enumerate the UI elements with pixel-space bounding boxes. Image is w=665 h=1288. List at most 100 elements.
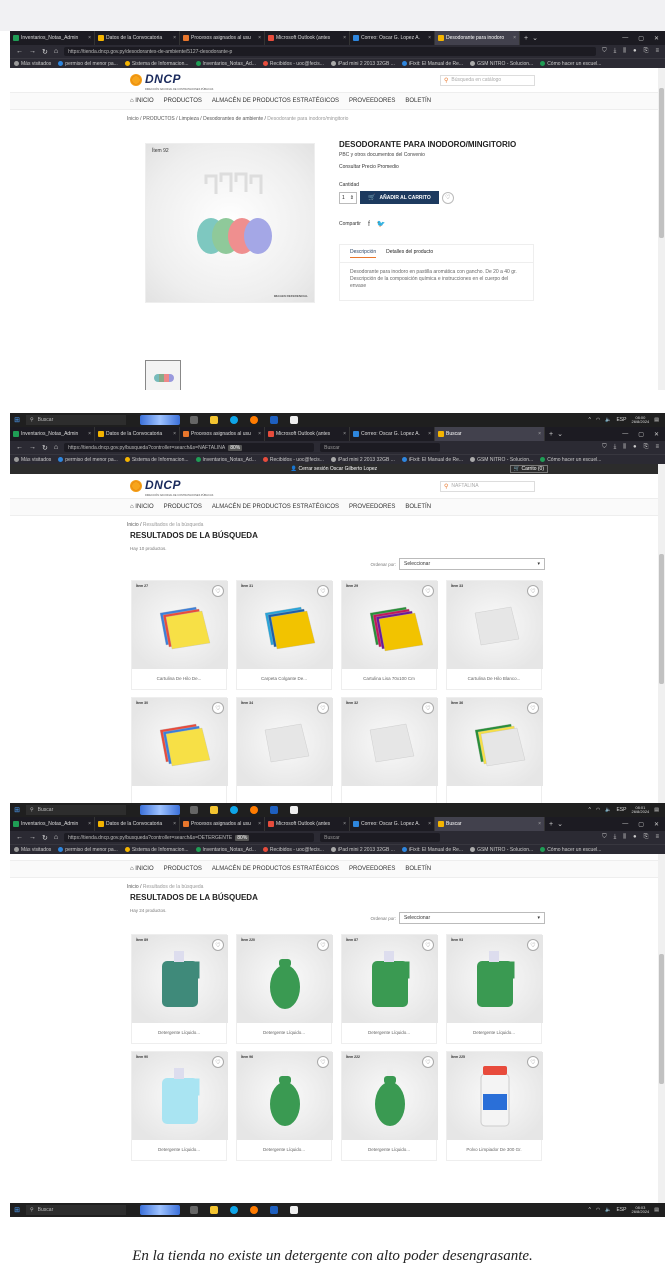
bookmark-item[interactable]: Sistema de Informacion... [124, 61, 189, 67]
stepper-arrows-icon[interactable]: ⇕ [350, 195, 354, 201]
wishlist-heart-icon[interactable]: ♡ [422, 939, 434, 951]
product-name[interactable]: Detergente Líquido... [237, 1021, 331, 1043]
weather-widget[interactable] [140, 805, 180, 815]
chevron-down-icon[interactable]: ⌄ [557, 820, 563, 828]
bookmark-item[interactable]: Cómo hacer un escuel... [540, 457, 601, 463]
product-name[interactable]: Detergente Líquido... [237, 1138, 331, 1160]
wishlist-heart-icon[interactable]: ♡ [317, 1056, 329, 1068]
product-image[interactable]: Ítem 225 ♡ [447, 1052, 543, 1140]
clock[interactable]: 08:01 26/8/2024 [631, 805, 649, 815]
close-icon[interactable]: × [258, 821, 261, 827]
bookmark-item[interactable]: Más visitados [14, 61, 51, 67]
bookmark-item[interactable]: iPad mini 2 2013 32GB ... [330, 457, 395, 463]
product-image[interactable]: Ítem 93 ♡ [447, 935, 543, 1023]
bookmark-item[interactable]: Sistema de Informacion... [124, 847, 189, 853]
logout-link[interactable]: Cerrar sesión Oscar Gilberto Lopez [298, 466, 377, 472]
browser-tab[interactable]: Microsoft Outlook (antes × [265, 427, 350, 441]
browser-tab[interactable]: Inventarios_Notas_Admin × [10, 427, 95, 441]
product-name[interactable]: Cartulina De Hilo De... [132, 667, 226, 689]
product-image[interactable]: Ítem 220 ♡ [237, 935, 333, 1023]
add-to-cart-button[interactable]: 🛒 AÑADIR AL CARRITO [360, 191, 439, 204]
product-card[interactable]: Ítem 34 ♡ [236, 697, 333, 803]
nav-item-almac-n-de-productos-estrat-gicos[interactable]: ALMACÉN DE PRODUCTOS ESTRATÉGICOS [212, 98, 339, 104]
nav-item-proveedores[interactable]: PROVEEDORES [349, 866, 395, 872]
chevron-down-icon[interactable]: ⌄ [557, 430, 563, 438]
new-tab-icon[interactable]: + [524, 35, 528, 42]
nav-item-bolet-n[interactable]: BOLETÍN [405, 866, 431, 872]
word-icon[interactable] [270, 806, 278, 814]
product-card[interactable]: Ítem 90 ♡ Detergente Líquido... [131, 1051, 228, 1161]
shield-icon[interactable]: ⛉ [602, 48, 607, 55]
notepad-icon[interactable] [290, 416, 298, 424]
browser-tab[interactable]: Correo: Oscar G. Lopez A. × [350, 817, 435, 831]
maximize-icon[interactable]: ▢ [638, 821, 644, 828]
close-icon[interactable]: × [428, 35, 431, 41]
nav-item-almac-n-de-productos-estrat-gicos[interactable]: ALMACÉN DE PRODUCTOS ESTRATÉGICOS [212, 504, 339, 510]
reload-icon[interactable]: ↻ [42, 834, 48, 842]
close-window-icon[interactable]: ✕ [654, 431, 659, 438]
extensions-icon[interactable]: ⎘ [644, 444, 649, 451]
reload-icon[interactable]: ↻ [42, 48, 48, 56]
windows-start-icon[interactable]: ⊞ [10, 1206, 24, 1214]
extensions-icon[interactable]: ⎘ [644, 48, 649, 55]
product-card[interactable]: Ítem 89 ♡ Detergente Líquido... [131, 934, 228, 1044]
product-card[interactable]: Ítem 33 ♡ Cartulina De Hilo Blanco... [446, 580, 543, 690]
edge-icon[interactable] [230, 416, 238, 424]
product-name[interactable] [447, 784, 541, 803]
bookmark-item[interactable]: iFixit: El Manual de Re... [401, 457, 463, 463]
breadcrumb-item[interactable]: PRODUCTOS [143, 116, 175, 122]
file-explorer-icon[interactable] [210, 416, 218, 424]
new-tab-icon[interactable]: + [549, 821, 553, 828]
profile-icon[interactable]: ● [633, 444, 637, 451]
close-icon[interactable]: × [538, 431, 541, 437]
quantity-stepper[interactable]: 1 ⇕ [339, 191, 357, 204]
notepad-icon[interactable] [290, 1206, 298, 1214]
download-icon[interactable]: ⤓ [614, 444, 617, 451]
profile-icon[interactable]: ● [633, 48, 637, 55]
bookmark-item[interactable]: iFixit: El Manual de Re... [401, 847, 463, 853]
product-card[interactable]: Ítem 31 ♡ Carpeta Colgante De... [236, 580, 333, 690]
nav-item-inicio[interactable]: ⌂ INICIO [130, 866, 154, 872]
minimize-icon[interactable]: — [622, 821, 628, 828]
close-icon[interactable]: × [428, 821, 431, 827]
maximize-icon[interactable]: ▢ [638, 35, 644, 42]
wishlist-heart-icon[interactable]: ♡ [422, 585, 434, 597]
wishlist-heart-icon[interactable]: ♡ [212, 585, 224, 597]
maximize-icon[interactable]: ▢ [638, 431, 644, 438]
volume-icon[interactable]: 🔈 [605, 1207, 611, 1213]
scrollbar[interactable] [658, 854, 665, 1203]
notifications-icon[interactable]: ▤ [654, 417, 659, 423]
weather-widget[interactable] [140, 1205, 180, 1215]
bookmark-item[interactable]: Inventarios_Notas_Ad... [195, 847, 256, 853]
product-image[interactable]: Ítem 90 ♡ [132, 1052, 228, 1140]
close-icon[interactable]: × [258, 35, 261, 41]
forward-icon[interactable]: → [29, 834, 36, 841]
bookmark-item[interactable]: Más visitados [14, 847, 51, 853]
close-icon[interactable]: × [173, 35, 176, 41]
library-icon[interactable]: ⫼ [623, 444, 626, 451]
browser-tab[interactable]: Microsoft Outlook (antes × [265, 31, 350, 45]
browser-tab[interactable]: Procesos asignados al usu × [180, 817, 265, 831]
notepad-icon[interactable] [290, 806, 298, 814]
clock[interactable]: 08:00 26/8/2024 [631, 415, 649, 425]
shield-icon[interactable]: ⛉ [602, 834, 607, 841]
edge-icon[interactable] [230, 806, 238, 814]
profile-icon[interactable]: ● [633, 834, 637, 841]
product-image[interactable]: Ítem 222 ♡ [342, 1052, 438, 1140]
tray-chevron-icon[interactable]: ^ [588, 1207, 590, 1213]
close-icon[interactable]: × [513, 35, 516, 41]
catalog-search-input[interactable]: ⚲ Búsqueda en catálogo [440, 74, 535, 86]
address-field[interactable]: https://tienda.dncp.gov.py/desodorantes-… [64, 47, 597, 56]
product-card[interactable]: Ítem 29 ♡ Cartulina Lisa 70x100 Cm [341, 580, 438, 690]
product-card[interactable]: Ítem 30 ♡ [131, 697, 228, 803]
wishlist-heart-icon[interactable]: ♡ [527, 1056, 539, 1068]
dncp-logo[interactable]: DNCP DIRECCIÓN NACIONAL DE CONTRATACIONES… [130, 70, 213, 91]
product-image[interactable]: Ítem 96 ♡ [237, 1052, 333, 1140]
close-icon[interactable]: × [343, 431, 346, 437]
bookmark-item[interactable]: permiso del menor pa... [58, 847, 118, 853]
volume-icon[interactable]: 🔈 [605, 807, 611, 813]
forward-icon[interactable]: → [29, 48, 36, 55]
nav-item-productos[interactable]: PRODUCTOS [164, 866, 202, 872]
product-name[interactable]: Polvo Limpiador De 300 Gr. [447, 1138, 541, 1160]
nav-item-productos[interactable]: PRODUCTOS [164, 504, 202, 510]
